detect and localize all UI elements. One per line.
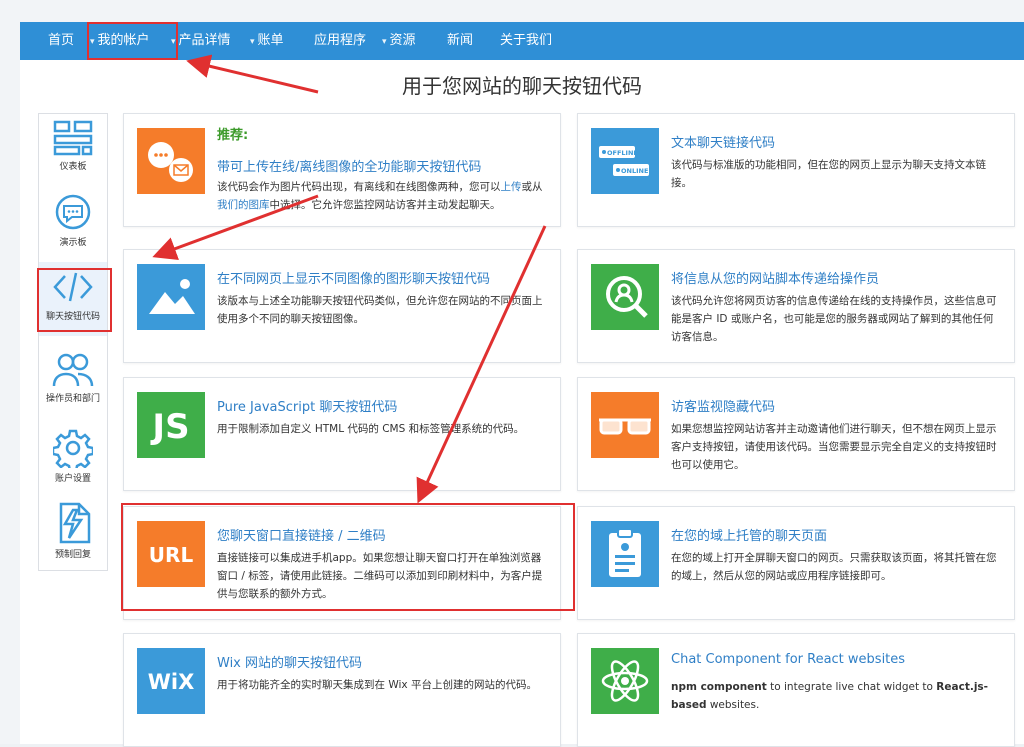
image-icon: [137, 264, 205, 330]
card-text-chat-link[interactable]: OFFLINE ONLINE 文本聊天链接代码 该代码与标准版的功能相同，但在您的…: [577, 113, 1015, 227]
sidebar-item-demo[interactable]: 演示板: [39, 188, 107, 262]
annotation-box-my-account: [87, 22, 178, 60]
react-icon: [591, 648, 659, 714]
card-description: 如果您想监控网站访客并主动邀请他们进行聊天，但不想在网页上显示客户支持按钮，请使…: [671, 423, 997, 471]
page-title: 用于您网站的聊天按钮代码: [402, 74, 642, 98]
card-title[interactable]: 在您的域上托管的聊天页面: [671, 525, 827, 544]
card-description: 在您的域上打开全屏聊天窗口的网页。只需获取该页面，将其托管在您的域上，然后从您的…: [671, 552, 997, 582]
search-user-icon: [591, 264, 659, 330]
upload-link[interactable]: 上传: [501, 181, 522, 193]
card-visitor-monitoring[interactable]: 访客监视隐藏代码 如果您想监控网站访客并主动邀请他们进行聊天，但不想在网页上显示…: [577, 377, 1015, 491]
card-description: npm component to integrate live chat wid…: [671, 681, 989, 711]
wix-icon: WiX: [137, 648, 205, 714]
users-icon: [52, 353, 94, 387]
chat-bubble-icon: [55, 194, 91, 230]
card-hosted-chat-page[interactable]: 在您的域上托管的聊天页面 在您的域上打开全屏聊天窗口的网页。只需获取该页面，将其…: [577, 506, 1015, 620]
card-description: 该代码会作为图片代码出现，有离线和在线图像两种，您可以上传或从我们的图库中选择。…: [217, 181, 543, 211]
card-react-component[interactable]: Chat Component for React websites npm co…: [577, 633, 1015, 747]
card-title[interactable]: Chat Component for React websites: [671, 652, 905, 667]
annotation-box-chat-button-code: [37, 268, 112, 332]
clipboard-icon: [591, 521, 659, 587]
caret-down-icon: ▾: [382, 37, 387, 47]
card-description: 该代码与标准版的功能相同，但在您的网页上显示为聊天支持文本链接。: [671, 159, 986, 189]
card-graphic-button-per-page[interactable]: 在不同网页上显示不同图像的图形聊天按钮代码 该版本与上述全功能聊天按钮代码类似，…: [123, 249, 561, 363]
glasses-icon: [591, 392, 659, 458]
card-pass-info-to-operator[interactable]: 将信息从您的网站脚本传递给操作员 该代码允许您将网页访客的信息传递给在线的支持操…: [577, 249, 1015, 363]
card-pure-javascript[interactable]: JS Pure JavaScript 聊天按钮代码 用于限制添加自定义 HTML…: [123, 377, 561, 491]
card-wix[interactable]: WiX Wix 网站的聊天按钮代码 用于将功能齐全的实时聊天集成到在 Wix 平…: [123, 633, 561, 747]
lightning-document-icon: [59, 502, 91, 544]
sidebar-item-canned-replies[interactable]: 预制回复: [39, 496, 107, 570]
nav-news[interactable]: 新闻: [447, 22, 473, 60]
nav-home[interactable]: 首页: [48, 22, 74, 60]
annotation-box-direct-link: [121, 503, 575, 611]
gear-icon: [53, 429, 93, 468]
card-title[interactable]: Pure JavaScript 聊天按钮代码: [217, 396, 397, 415]
card-title[interactable]: 访客监视隐藏代码: [671, 396, 775, 415]
sidebar-item-operators[interactable]: 操作员和部门: [39, 346, 107, 420]
card-description: 用于限制添加自定义 HTML 代码的 CMS 和标签管理系统的代码。: [217, 423, 525, 435]
card-title[interactable]: 带可上传在线/离线图像的全功能聊天按钮代码: [217, 156, 481, 175]
caret-down-icon: ▾: [250, 37, 255, 47]
nav-billing[interactable]: ▾ 账单: [250, 22, 284, 60]
card-description: 该版本与上述全功能聊天按钮代码类似，但允许您在网站的不同页面上使用多个不同的聊天…: [217, 295, 543, 325]
card-title[interactable]: Wix 网站的聊天按钮代码: [217, 652, 362, 671]
js-icon: JS: [137, 392, 205, 458]
gallery-link[interactable]: 我们的图库: [217, 199, 270, 211]
svg-text:ONLINE: ONLINE: [621, 167, 648, 175]
dashboard-icon: [53, 120, 93, 156]
nav-resources[interactable]: ▾ 资源: [382, 22, 416, 60]
sidebar-item-account-settings[interactable]: 账户设置: [39, 422, 107, 496]
card-title[interactable]: 在不同网页上显示不同图像的图形聊天按钮代码: [217, 268, 490, 287]
card-description: 用于将功能齐全的实时聊天集成到在 Wix 平台上创建的网站的代码。: [217, 679, 537, 691]
offline-online-icon: OFFLINE ONLINE: [591, 128, 659, 194]
sidebar-item-dashboard[interactable]: 仪表板: [39, 114, 107, 188]
sidebar: 仪表板 演示板 聊天按钮代码 操作员和部门 账户设置 预制回复: [38, 113, 108, 571]
svg-text:OFFLINE: OFFLINE: [607, 149, 638, 157]
nav-about-us[interactable]: 关于我们: [500, 22, 552, 60]
nav-product-details[interactable]: ▾ 产品详情: [171, 22, 231, 60]
card-description: 该代码允许您将网页访客的信息传递给在线的支持操作员，这些信息可能是客户 ID 或…: [671, 295, 997, 343]
card-title[interactable]: 文本聊天链接代码: [671, 132, 775, 151]
nav-applications[interactable]: 应用程序: [314, 22, 366, 60]
svg-text:JS: JS: [150, 407, 189, 447]
card-title[interactable]: 将信息从您的网站脚本传递给操作员: [671, 268, 879, 287]
recommended-badge: 推荐:: [217, 128, 249, 143]
card-full-featured-button[interactable]: 推荐: 带可上传在线/离线图像的全功能聊天按钮代码 该代码会作为图片代码出现，有…: [123, 113, 561, 227]
svg-text:WiX: WiX: [148, 670, 195, 694]
browser-page: 首页 ▾ 我的帐户 ▾ 产品详情 ▾ 账单 应用程序 ▾ 资源 新闻 关于我们 用于您网…: [0, 0, 1024, 747]
